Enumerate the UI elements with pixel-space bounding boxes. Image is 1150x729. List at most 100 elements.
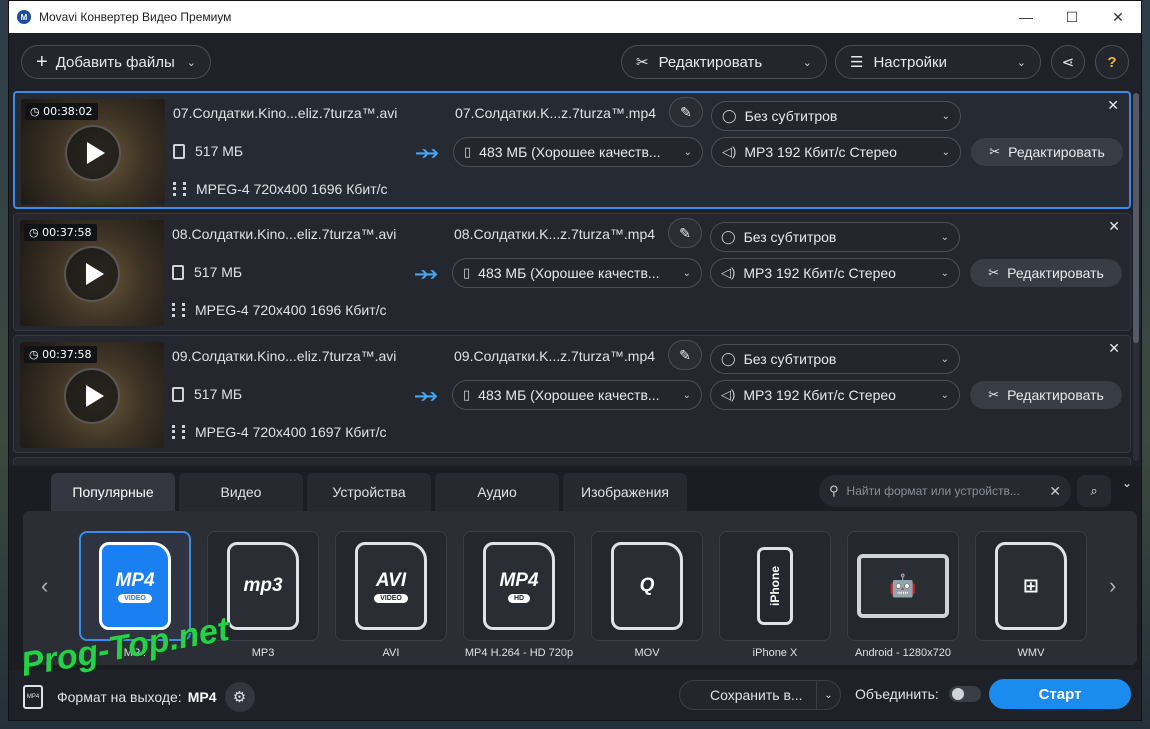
chevron-down-icon: ⌄ bbox=[186, 56, 196, 69]
format-card[interactable]: 🤖 bbox=[847, 531, 959, 641]
start-button[interactable]: Старт bbox=[989, 679, 1131, 709]
chevron-down-icon: ⌄ bbox=[682, 389, 691, 401]
subtitles-dropdown[interactable]: ◯ Без субтитров ⌄ bbox=[711, 101, 961, 131]
format-option[interactable]: MP4 HD MP4 H.264 - HD 720p bbox=[463, 531, 575, 659]
gear-icon: ⚙ bbox=[232, 689, 247, 706]
subtitles-icon: ◯ bbox=[721, 351, 736, 366]
format-option[interactable]: iPhone iPhone X bbox=[719, 531, 831, 659]
output-format-value: MP4 bbox=[187, 689, 217, 705]
format-search[interactable]: ⚲ Найти формат или устройств... ✕ bbox=[819, 475, 1071, 507]
quicktime-icon: Q bbox=[611, 542, 683, 630]
file-list-scrollbar[interactable] bbox=[1133, 93, 1139, 461]
share-icon: ⋖ bbox=[1061, 54, 1075, 71]
output-size-dropdown[interactable]: ▯ 483 МБ (Хорошее качеств... ⌄ bbox=[452, 258, 702, 288]
rename-button[interactable]: ✎ bbox=[668, 340, 702, 370]
output-size-dropdown[interactable]: ▯ 483 МБ (Хорошее качеств... ⌄ bbox=[452, 380, 702, 410]
format-tab[interactable]: Изображения bbox=[563, 473, 687, 511]
prev-formats-button[interactable]: ‹ bbox=[41, 573, 48, 599]
format-card[interactable]: iPhone bbox=[719, 531, 831, 641]
pencil-icon: ✎ bbox=[680, 103, 692, 120]
settings-button[interactable]: ☰ Настройки ⌄ bbox=[835, 45, 1041, 79]
rename-button[interactable]: ✎ bbox=[669, 97, 703, 127]
main-toolbar: + Добавить файлы ⌄ ✂ Редактировать ⌄ ☰ Н… bbox=[9, 33, 1141, 91]
format-search-button[interactable]: ⌕ bbox=[1077, 475, 1111, 507]
merge-label: Объединить: bbox=[855, 686, 939, 702]
format-tab[interactable]: Видео bbox=[179, 473, 303, 511]
format-label: Android - 1280x720 bbox=[854, 647, 951, 659]
play-icon[interactable] bbox=[65, 125, 121, 181]
format-option[interactable]: Q MOV bbox=[591, 531, 703, 659]
pencil-icon: ✎ bbox=[679, 346, 691, 363]
subtitles-dropdown[interactable]: ◯ Без субтитров ⌄ bbox=[710, 222, 960, 252]
format-tab[interactable]: Аудио bbox=[435, 473, 559, 511]
app-window: M Movavi Конвертер Видео Премиум — ☐ ✕ +… bbox=[8, 0, 1142, 721]
format-settings-button[interactable]: ⚙ bbox=[224, 682, 255, 712]
audio-track-dropdown[interactable]: ◁) MP3 192 Кбит/с Стерео ⌄ bbox=[710, 258, 960, 288]
minimize-button[interactable]: — bbox=[1003, 1, 1049, 33]
edit-file-button[interactable]: ✂ Редактировать bbox=[970, 381, 1122, 409]
file-icon bbox=[172, 264, 184, 280]
rename-button[interactable]: ✎ bbox=[668, 218, 702, 248]
remove-file-button[interactable]: ✕ bbox=[1107, 97, 1119, 114]
close-window-button[interactable]: ✕ bbox=[1095, 1, 1141, 33]
maximize-button[interactable]: ☐ bbox=[1049, 1, 1095, 33]
chevron-down-icon: ⌄ bbox=[1016, 56, 1026, 69]
play-icon[interactable] bbox=[64, 246, 120, 302]
mp4-hd-icon: MP4 HD bbox=[483, 542, 555, 630]
iphone-icon: iPhone bbox=[757, 547, 793, 625]
output-file-name: 08.Солдатки.K...z.7turza™.mp4 bbox=[454, 226, 656, 242]
format-card[interactable]: AVI VIDEO bbox=[335, 531, 447, 641]
file-row[interactable]: ◷ 00:37:58 09.Солдатки.Kino...eliz.7turz… bbox=[13, 335, 1131, 453]
edit-file-button[interactable]: ✂ Редактировать bbox=[970, 259, 1122, 287]
source-file-name: 07.Солдатки.Kino...eliz.7turza™.avi bbox=[173, 105, 398, 121]
help-button[interactable]: ? bbox=[1095, 45, 1129, 79]
file-row[interactable]: ◷ 00:37:58 08.Солдатки.Kino...eliz.7turz… bbox=[13, 213, 1131, 331]
format-option[interactable]: ⊞ WMV bbox=[975, 531, 1087, 659]
chevron-down-icon[interactable]: ⌄ bbox=[816, 681, 840, 709]
remove-file-button[interactable]: ✕ bbox=[1108, 218, 1120, 235]
format-card[interactable]: MP4 HD bbox=[463, 531, 575, 641]
format-label: WMV bbox=[1017, 647, 1045, 659]
format-tab[interactable]: Популярные bbox=[51, 473, 175, 511]
video-thumbnail[interactable]: ◷ 00:37:58 bbox=[20, 342, 164, 448]
format-search-input[interactable]: Найти формат или устройств... bbox=[847, 484, 1020, 498]
chevron-down-icon: ⌄ bbox=[682, 267, 691, 279]
clear-search-icon[interactable]: ✕ bbox=[1049, 483, 1061, 500]
output-size-dropdown[interactable]: ▯ 483 МБ (Хорошее качеств... ⌄ bbox=[453, 137, 703, 167]
video-thumbnail[interactable]: ◷ 00:38:02 bbox=[21, 99, 165, 205]
remove-file-button[interactable]: ✕ bbox=[1108, 340, 1120, 357]
file-row[interactable] bbox=[13, 457, 1131, 465]
edit-file-button[interactable]: ✂ Редактировать bbox=[971, 138, 1123, 166]
format-card[interactable]: ⊞ bbox=[975, 531, 1087, 641]
merge-toggle[interactable] bbox=[948, 686, 981, 702]
share-button[interactable]: ⋖ bbox=[1051, 45, 1085, 79]
audio-track-dropdown[interactable]: ◁) MP3 192 Кбит/с Стерео ⌄ bbox=[710, 380, 960, 410]
scrollbar-thumb[interactable] bbox=[1133, 93, 1139, 343]
audio-track-dropdown[interactable]: ◁) MP3 192 Кбит/с Стерео ⌄ bbox=[711, 137, 961, 167]
search-icon: ⌕ bbox=[1090, 483, 1098, 498]
file-row[interactable]: ◷ 00:38:02 07.Солдатки.Kino...eliz.7turz… bbox=[13, 91, 1131, 209]
video-thumbnail[interactable]: ◷ 00:37:58 bbox=[20, 220, 164, 326]
format-card[interactable]: Q bbox=[591, 531, 703, 641]
next-formats-button[interactable]: › bbox=[1109, 573, 1116, 599]
edit-button[interactable]: ✂ Редактировать ⌄ bbox=[621, 45, 827, 79]
output-file-name: 09.Солдатки.K...z.7turza™.mp4 bbox=[454, 348, 656, 364]
play-icon[interactable] bbox=[64, 368, 120, 424]
format-option[interactable]: 🤖 Android - 1280x720 bbox=[847, 531, 959, 659]
subtitles-dropdown[interactable]: ◯ Без субтитров ⌄ bbox=[710, 344, 960, 374]
format-tab[interactable]: Устройства bbox=[307, 473, 431, 511]
add-files-button[interactable]: + Добавить файлы ⌄ bbox=[21, 45, 211, 79]
source-file-size: 517 МБ bbox=[172, 264, 242, 280]
settings-label: Настройки bbox=[873, 53, 948, 71]
film-icon bbox=[173, 182, 186, 196]
subtitles-icon: ◯ bbox=[721, 229, 736, 244]
save-to-dropdown[interactable]: Сохранить в... ⌄ bbox=[679, 680, 841, 710]
format-file-icon: MP4 bbox=[23, 685, 43, 709]
source-file-info: MPEG-4 720x400 1697 Кбит/с bbox=[172, 424, 387, 440]
mp3-icon: mp3 bbox=[227, 542, 299, 630]
format-label: MP4 H.264 - HD 720p bbox=[464, 647, 574, 659]
file-icon: ▯ bbox=[464, 144, 472, 159]
source-file-name: 08.Солдатки.Kino...eliz.7turza™.avi bbox=[172, 226, 397, 242]
collapse-panel-button[interactable]: ⌄ bbox=[1115, 471, 1139, 495]
format-option[interactable]: AVI VIDEO AVI bbox=[335, 531, 447, 659]
